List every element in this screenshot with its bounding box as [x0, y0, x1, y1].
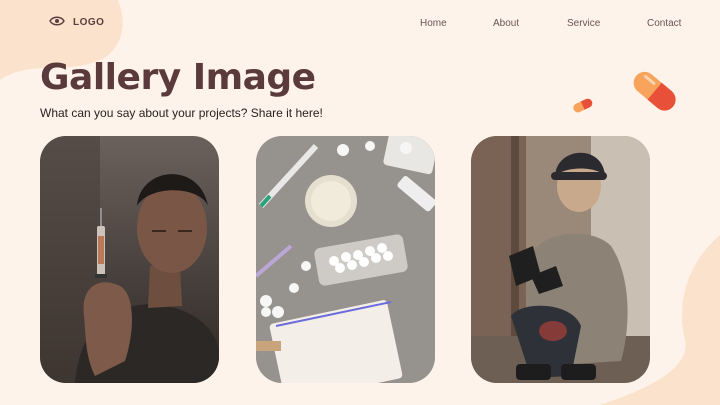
header: LOGO Home About Service Contact [0, 0, 720, 48]
capsule-pill-icon [633, 71, 676, 111]
page-subtitle: What can you say about your projects? Sh… [40, 106, 323, 120]
gallery-photo-boy-sitting[interactable] [471, 136, 650, 383]
gallery-photo-man-with-syringe[interactable] [40, 136, 219, 383]
nav-service-link[interactable]: Service [567, 18, 600, 29]
nav-contact-link[interactable]: Contact [647, 18, 681, 29]
page-title: Gallery Image [40, 57, 316, 98]
nav-home-link[interactable]: Home [420, 18, 447, 29]
main-nav: Home About Service Contact [0, 18, 720, 32]
small-capsule-pill-icon [573, 98, 593, 113]
gallery-photo-pills-flat-lay[interactable] [256, 136, 435, 383]
nav-about-link[interactable]: About [493, 18, 519, 29]
